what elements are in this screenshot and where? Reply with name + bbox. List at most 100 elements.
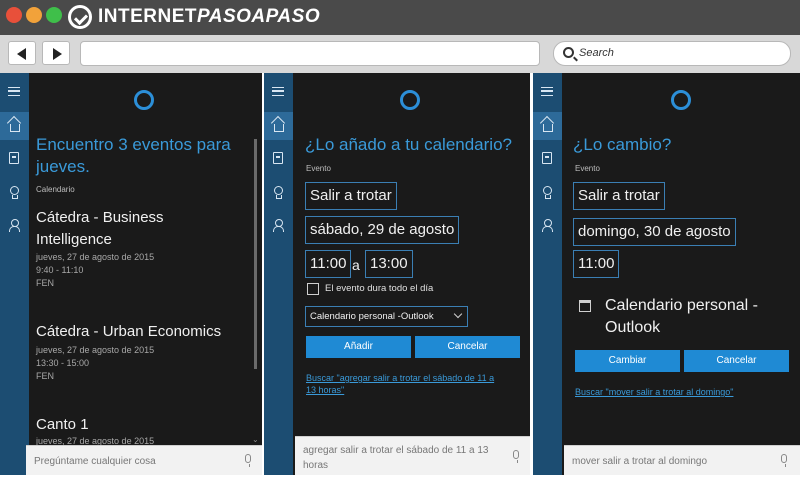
event-date-field[interactable]: sábado, 29 de agosto <box>305 216 460 244</box>
event-location: FEN <box>36 278 54 288</box>
event-date-field[interactable]: domingo, 30 de agosto <box>573 218 736 246</box>
cortana-panel-add-event: ¿Lo añado a tu calendario? Evento Salir … <box>264 73 530 475</box>
query-text-line2: horas <box>303 460 329 471</box>
feedback-icon <box>8 219 20 232</box>
web-search-link[interactable]: Buscar "mover salir a trotar al domingo" <box>575 386 733 398</box>
event-date: jueves, 27 de agosto de 2015 <box>36 252 155 262</box>
query-text-line1: agregar salir a trotar el sábado de 11 a… <box>303 445 489 456</box>
ask-input[interactable]: mover salir a trotar al domingo <box>564 445 800 475</box>
event-time: 13:30 - 15:00 <box>36 358 90 368</box>
forward-button[interactable] <box>42 41 70 65</box>
notebook-button[interactable] <box>269 149 287 167</box>
home-button[interactable] <box>264 112 293 140</box>
minimize-window-button[interactable] <box>26 7 42 23</box>
cortana-panel-events: Encuentro 3 eventos para jueves. Calenda… <box>0 73 262 475</box>
event-title-line1: Cátedra - Business <box>36 209 164 226</box>
address-bar[interactable] <box>80 41 540 66</box>
reminders-button[interactable] <box>269 183 287 201</box>
event-label: Evento <box>575 164 600 173</box>
hamburger-icon <box>272 86 284 96</box>
notebook-button[interactable] <box>5 149 23 167</box>
add-event-heading: ¿Lo añado a tu calendario? <box>305 135 512 154</box>
allday-checkbox[interactable] <box>307 283 319 295</box>
feedback-button[interactable] <box>269 216 287 234</box>
microphone-icon[interactable] <box>513 450 519 463</box>
lightbulb-icon <box>542 186 552 199</box>
event-label: Evento <box>306 164 331 173</box>
event-title-field[interactable]: Salir a trotar <box>573 182 665 210</box>
microphone-icon[interactable] <box>781 454 787 467</box>
event-title-line2: Intelligence <box>36 231 112 248</box>
browser-toolbar: Search <box>0 35 800 73</box>
cortana-circle-icon <box>400 90 420 110</box>
event-title-field[interactable]: Salir a trotar <box>305 182 397 210</box>
change-button[interactable]: Cambiar <box>575 350 680 372</box>
cortana-sidebar <box>264 73 293 475</box>
maximize-window-button[interactable] <box>46 7 62 23</box>
event-date: jueves, 27 de agosto de 2015 <box>36 345 155 355</box>
ask-placeholder: Pregúntame cualquier cosa <box>34 456 156 467</box>
cancel-button[interactable]: Cancelar <box>415 336 520 358</box>
back-button[interactable] <box>8 41 36 65</box>
screenshot-content: Encuentro 3 eventos para jueves. Calenda… <box>0 73 800 500</box>
event-title-line1: Cátedra - Urban Economics <box>36 323 222 340</box>
home-icon <box>542 123 553 132</box>
cortana-sidebar <box>0 73 29 475</box>
feedback-icon <box>541 219 553 232</box>
time-field[interactable]: 11:00 <box>573 250 620 278</box>
feedback-button[interactable] <box>538 216 556 234</box>
scroll-down-arrow-icon[interactable]: ⌄ <box>252 435 259 444</box>
allday-label: El evento dura todo el día <box>325 283 434 294</box>
event-time: 9:40 - 11:10 <box>36 265 84 275</box>
reminders-button[interactable] <box>5 183 23 201</box>
event-location: FEN <box>36 371 54 381</box>
home-icon <box>273 123 284 132</box>
microphone-icon[interactable] <box>245 454 251 467</box>
search-icon <box>563 47 574 58</box>
time-separator: a <box>352 257 360 273</box>
add-button[interactable]: Añadir <box>306 336 411 358</box>
feedback-button[interactable] <box>5 216 23 234</box>
menu-button[interactable] <box>538 82 556 100</box>
calendar-select-value: Calendario personal -Outlook <box>310 311 434 322</box>
calendar-select[interactable]: Calendario personal -Outlook <box>305 306 468 327</box>
home-button[interactable] <box>0 112 29 140</box>
brand-text-part2: PASOAPASO <box>197 6 321 27</box>
section-label: Calendario <box>36 185 75 194</box>
end-time-field[interactable]: 13:00 <box>365 250 413 278</box>
forward-arrow-icon <box>53 48 62 60</box>
home-button[interactable] <box>533 112 562 140</box>
web-search-link-line2: 13 horas" <box>306 385 345 395</box>
cancel-button[interactable]: Cancelar <box>684 350 789 372</box>
ask-input[interactable]: Pregúntame cualquier cosa <box>26 445 262 475</box>
chevron-down-icon <box>453 309 463 319</box>
change-event-heading: ¿Lo cambio? <box>573 135 672 154</box>
reminders-button[interactable] <box>538 183 556 201</box>
close-window-button[interactable] <box>6 7 22 23</box>
search-placeholder: Search <box>579 47 614 59</box>
notebook-icon <box>273 152 283 164</box>
start-time-field[interactable]: 11:00 <box>305 250 352 278</box>
results-heading: Encuentro 3 eventos para jueves. <box>36 134 256 178</box>
lightbulb-icon <box>9 186 19 199</box>
cortana-circle-icon <box>671 90 691 110</box>
query-text: agregar salir a trotar el sábado de 11 a… <box>303 445 489 472</box>
browser-search-box[interactable]: Search <box>553 41 791 66</box>
results-heading-line1: Encuentro 3 eventos para <box>36 135 231 154</box>
calendar-icon <box>579 300 591 312</box>
menu-button[interactable] <box>5 82 23 100</box>
checkmark-logo-icon <box>68 5 92 29</box>
web-search-link-line1: Buscar "agregar salir a trotar el sábado… <box>306 373 495 383</box>
hamburger-icon <box>541 86 553 96</box>
notebook-button[interactable] <box>538 149 556 167</box>
menu-button[interactable] <box>269 82 287 100</box>
cortana-sidebar <box>533 73 562 475</box>
scrollbar-thumb[interactable] <box>254 139 257 369</box>
web-search-link[interactable]: Buscar "agregar salir a trotar el sábado… <box>306 372 528 396</box>
hamburger-icon <box>8 86 20 96</box>
calendar-name: Calendario personal - Outlook <box>605 295 758 339</box>
query-text: mover salir a trotar al domingo <box>572 456 708 467</box>
feedback-icon <box>272 219 284 232</box>
ask-input[interactable]: agregar salir a trotar el sábado de 11 a… <box>295 436 530 475</box>
title-bar: INTERNET PASOAPASO <box>0 0 800 35</box>
